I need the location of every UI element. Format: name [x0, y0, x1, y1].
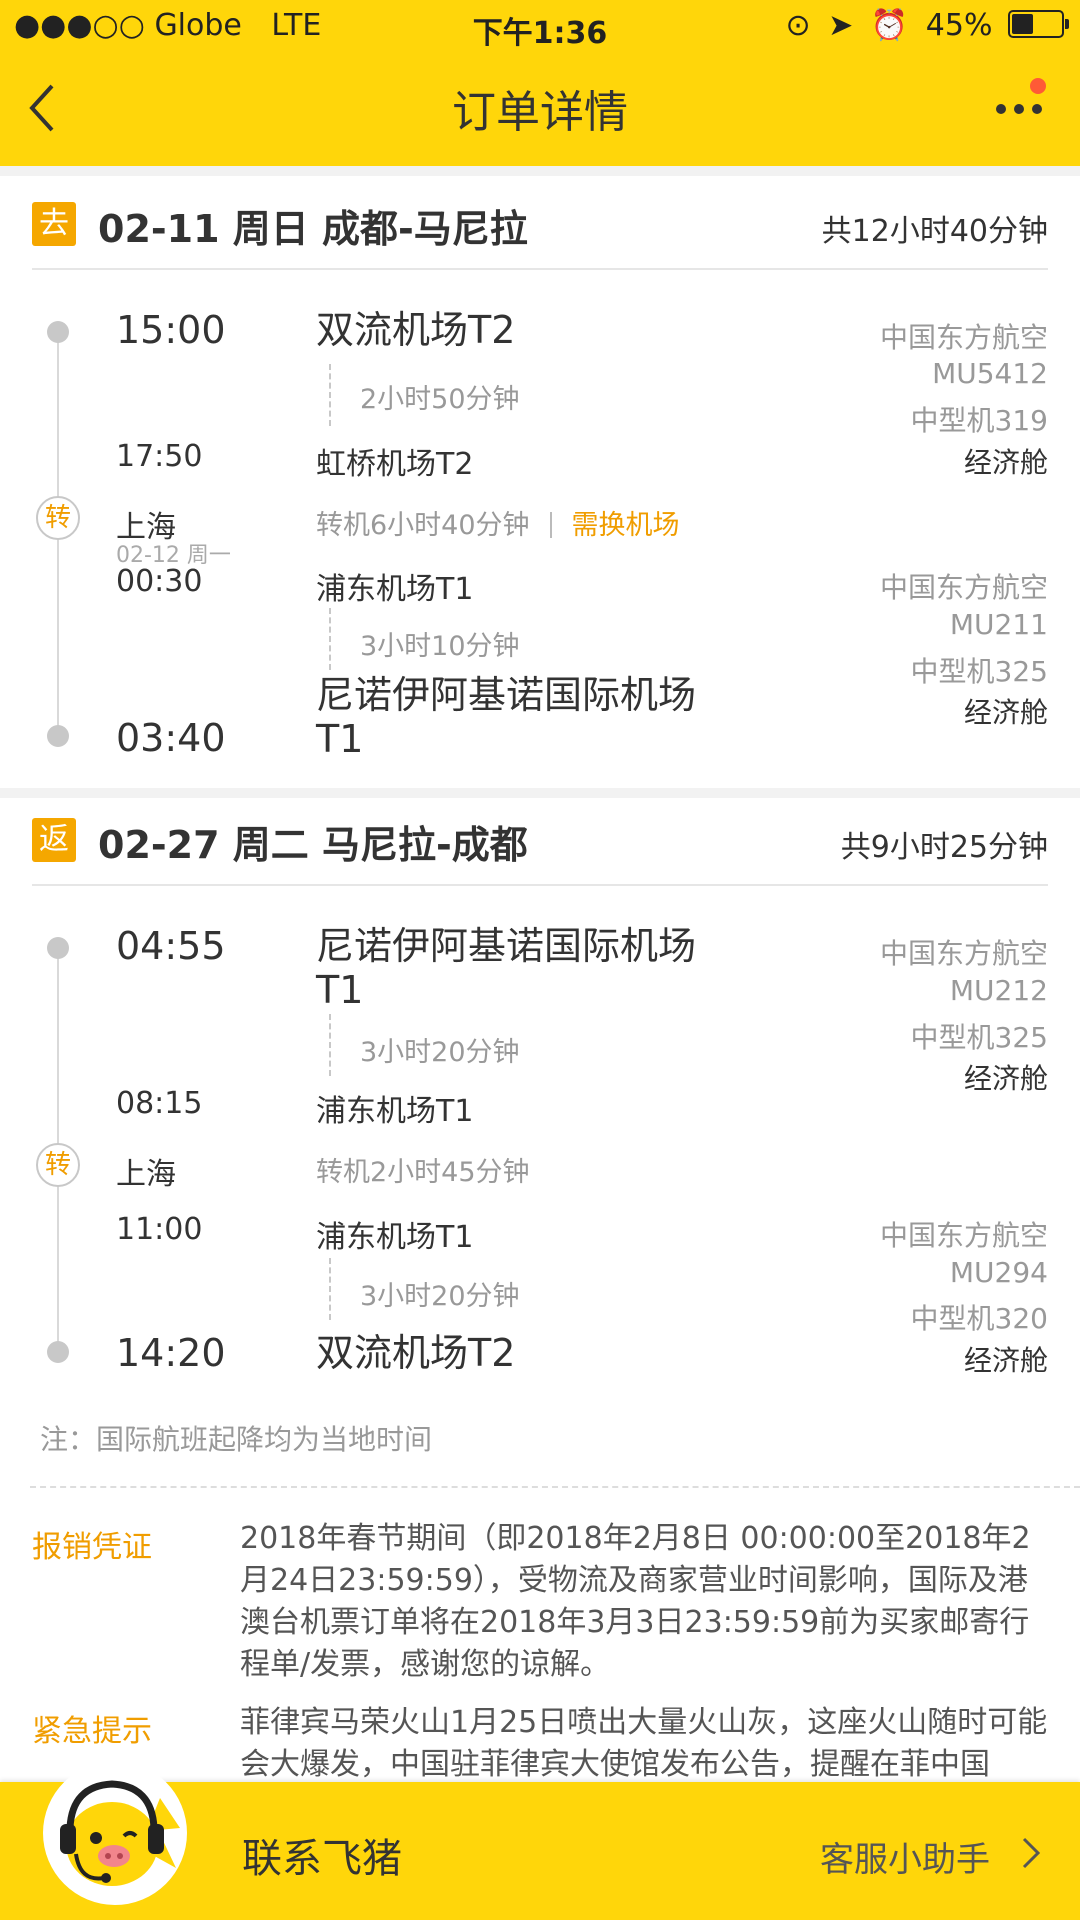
flight-duration: 2小时50分钟 [360, 384, 520, 415]
outbound-total-duration: 共12小时40分钟 [821, 214, 1048, 249]
aircraft-type: 中型机320 [910, 1302, 1048, 1335]
more-button[interactable] [994, 94, 1044, 124]
flight-duration-line [329, 364, 331, 426]
transfer-icon: 转 [36, 496, 80, 540]
reimbursement-label: 报销凭证 [32, 1530, 152, 1565]
departure-time: 04:55 [116, 924, 226, 968]
flight-duration-line [329, 1014, 331, 1076]
transfer-city: 上海 [116, 1157, 176, 1192]
battery-percent: 45% [925, 8, 993, 43]
arrival-time: 17:50 [116, 439, 203, 474]
location-icon: ➤ [828, 8, 854, 43]
airline-name: 中国东方航空 [879, 321, 1048, 354]
rotation-lock-icon: ⊙ [785, 8, 811, 43]
alarm-icon: ⏰ [870, 8, 909, 43]
return-badge: 返 [32, 818, 76, 862]
divider [32, 884, 1048, 886]
arrival-airport: 双流机场T2 [316, 1331, 516, 1375]
departure-airport-line2: T1 [316, 968, 364, 1012]
arrival-airport-line1: 尼诺伊阿基诺国际机场 [316, 673, 697, 717]
arrival-time: 08:15 [116, 1086, 203, 1121]
arrival-airport: 虹桥机场T2 [316, 447, 474, 482]
flight-number: MU5412 [932, 357, 1048, 390]
departure-time: 15:00 [116, 308, 226, 352]
reimbursement-text: 2018年春节期间（即2018年2月8日 00:00:00至2018年2月24日… [240, 1521, 1031, 1682]
cabin-class: 经济舱 [963, 1344, 1048, 1377]
timeline-dot [47, 1341, 69, 1363]
arrival-airport-line2: T1 [316, 717, 364, 761]
flight-duration: 3小时20分钟 [360, 1281, 520, 1312]
battery-icon [1008, 10, 1069, 38]
customer-service-link[interactable]: 客服小助手 [820, 1832, 990, 1881]
departure-airport: 浦东机场T1 [316, 1220, 474, 1255]
flight-duration: 3小时20分钟 [360, 1037, 520, 1068]
departure-time: 00:30 [116, 564, 203, 599]
dashed-divider [30, 1486, 1080, 1488]
return-header: 返 02-27 周二 马尼拉-成都 共9小时25分钟 [0, 796, 1080, 886]
transfer-icon: 转 [36, 1143, 80, 1187]
chevron-right-icon [1022, 1837, 1041, 1869]
flight-number: MU211 [949, 608, 1048, 641]
aircraft-type: 中型机319 [910, 404, 1048, 437]
timeline-dot [47, 937, 69, 959]
cabin-class: 经济舱 [963, 446, 1048, 479]
airline-name: 中国东方航空 [879, 571, 1048, 604]
return-route: 02-27 周二 马尼拉-成都 [98, 823, 528, 867]
local-time-note: 注：国际航班起降均为当地时间 [40, 1423, 433, 1456]
change-airport-warning: 需换机场 [571, 510, 680, 541]
top-bar: ●●●○○ Globe LTE 下午1:36 ⊙ ➤ ⏰ 45% 订单详情 [0, 0, 1080, 166]
outbound-route: 02-11 周日 成都-马尼拉 [98, 207, 528, 251]
timeline-dot [47, 725, 69, 747]
cabin-class: 经济舱 [963, 696, 1048, 729]
emergency-label: 紧急提示 [32, 1714, 152, 1749]
mascot-avatar[interactable] [40, 1758, 190, 1908]
bottom-bar: 联系飞猪 客服小助手 [0, 1761, 1080, 1920]
airline-name: 中国东方航空 [879, 1219, 1048, 1252]
timeline-dot [47, 321, 69, 343]
return-total-duration: 共9小时25分钟 [840, 830, 1048, 865]
notification-dot [1030, 78, 1046, 94]
airline-name: 中国东方航空 [879, 937, 1048, 970]
separator [549, 512, 552, 538]
flight-number: MU294 [949, 1256, 1048, 1289]
flight-duration-line [329, 608, 331, 670]
departure-airport-line1: 尼诺伊阿基诺国际机场 [316, 924, 697, 968]
departure-airport: 双流机场T2 [316, 308, 516, 352]
more-icon [996, 104, 1042, 114]
arrival-time: 14:20 [116, 1331, 226, 1375]
arrival-airport: 尼诺伊阿基诺国际机场 T1 [316, 673, 696, 761]
arrival-airport: 浦东机场T1 [316, 1094, 474, 1129]
contact-feizhu-button[interactable]: 联系飞猪 [242, 1826, 402, 1884]
outbound-header: 去 02-11 周日 成都-马尼拉 共12小时40分钟 [0, 180, 1080, 270]
divider [32, 268, 1048, 270]
arrival-time: 03:40 [116, 716, 226, 760]
transfer-duration: 转机2小时45分钟 [316, 1157, 530, 1188]
page-title: 订单详情 [452, 87, 628, 138]
aircraft-type: 中型机325 [910, 655, 1048, 688]
cabin-class: 经济舱 [963, 1062, 1048, 1095]
departure-airport: 尼诺伊阿基诺国际机场 T1 [316, 924, 696, 1012]
status-right: ⊙ ➤ ⏰ 45% [785, 8, 1069, 43]
section-gap [0, 166, 1080, 176]
departure-time: 11:00 [116, 1212, 203, 1247]
flight-duration-line [329, 1258, 331, 1320]
outbound-badge: 去 [32, 202, 76, 246]
departure-airport: 浦东机场T1 [316, 572, 474, 607]
transfer-info-row: 转机6小时40分钟 需换机场 [316, 503, 680, 542]
transfer-duration: 转机6小时40分钟 [316, 510, 530, 541]
aircraft-type: 中型机325 [910, 1021, 1048, 1054]
emergency-text: 菲律宾马荣火山1月25日喷出大量火山灰，这座火山随时可能会大爆发，中国驻菲律宾大… [240, 1705, 1048, 1782]
flight-number: MU212 [949, 974, 1048, 1007]
flight-duration: 3小时10分钟 [360, 631, 520, 662]
